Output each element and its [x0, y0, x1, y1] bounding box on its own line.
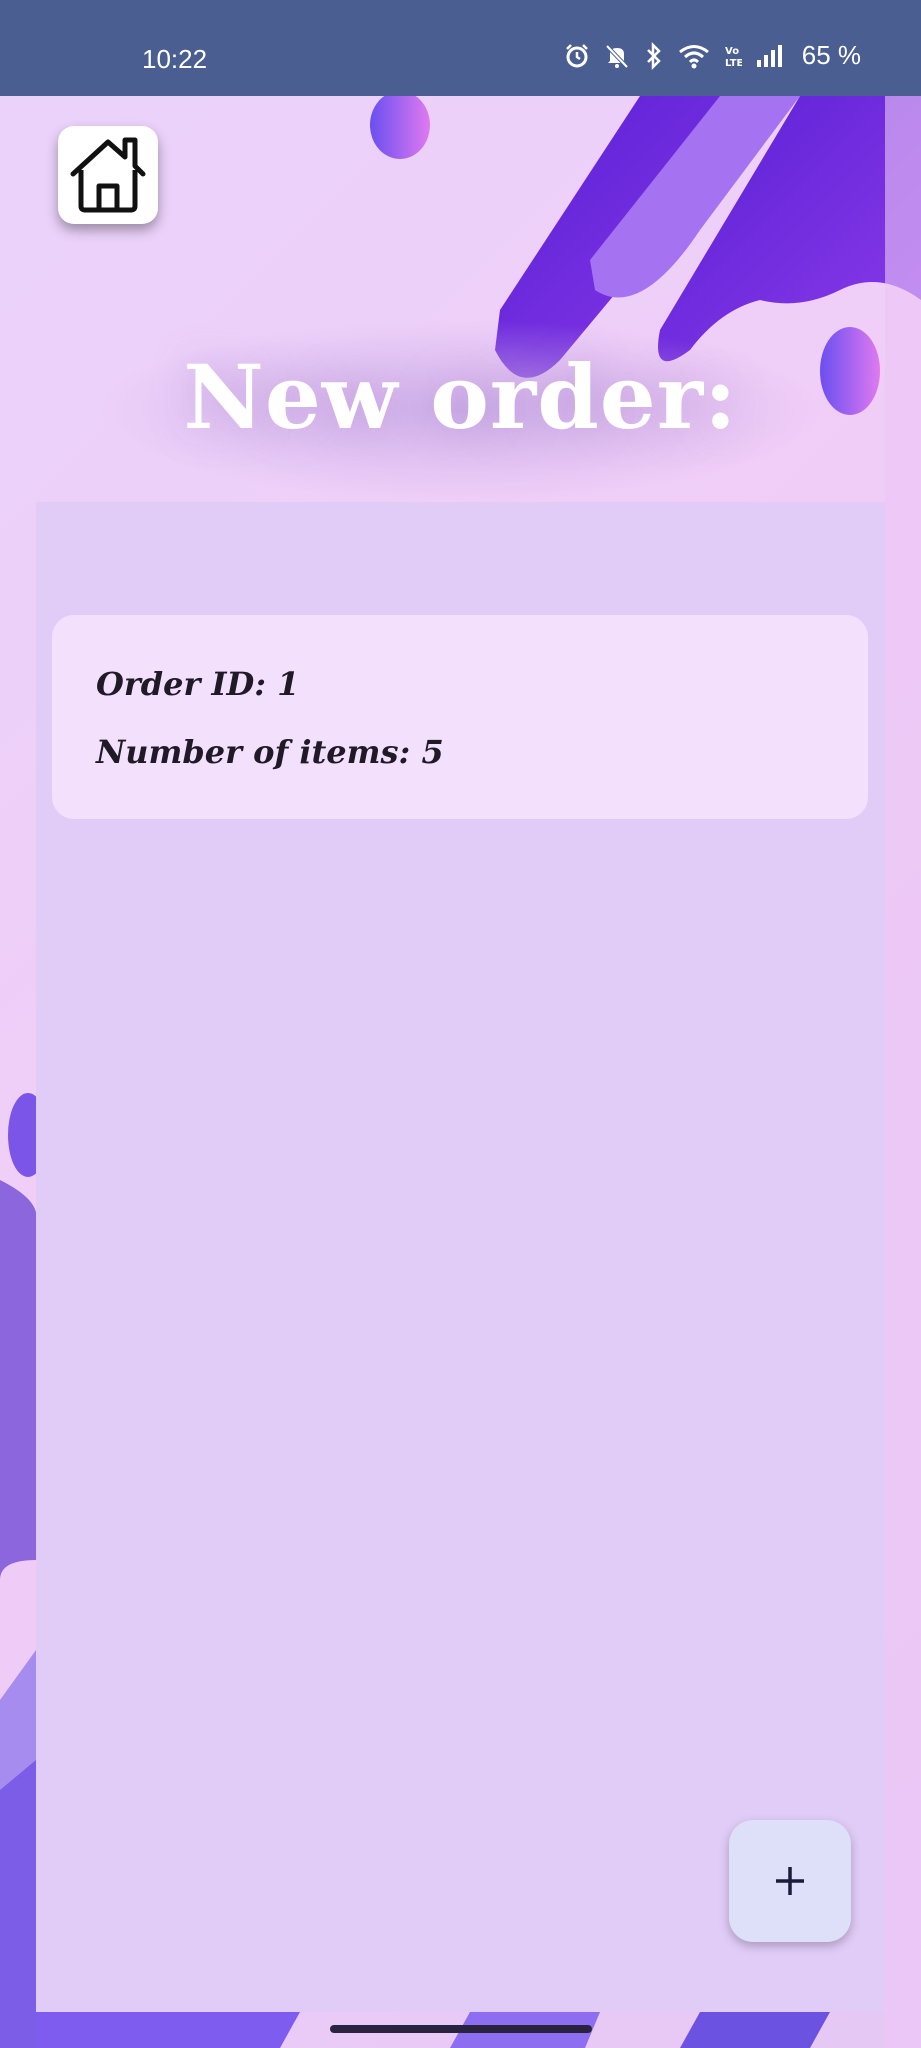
status-time: 10:22: [142, 44, 208, 74]
order-items-label: Number of items: 5: [96, 733, 444, 771]
page-title: New order:: [183, 345, 738, 449]
gesture-nav-handle[interactable]: [330, 2025, 592, 2033]
order-id-label: Order ID: 1: [96, 665, 300, 703]
home-icon: [70, 137, 146, 213]
battery-level: 65 %: [801, 40, 861, 70]
alarm-icon: [565, 43, 588, 67]
status-icons: Vo LTE 65 %: [564, 40, 861, 71]
status-bar: 10:22 Vo LTE 65 %: [0, 0, 921, 96]
order-card[interactable]: Order ID: 1 Number of items: 5: [52, 615, 868, 819]
plus-icon: [776, 1867, 804, 1895]
home-button[interactable]: [58, 126, 158, 224]
signal-icon: [756, 44, 782, 67]
volte-icon: Vo LTE: [725, 46, 742, 69]
wifi-icon: [678, 44, 709, 68]
svg-text:Vo: Vo: [725, 46, 739, 57]
mute-icon: [605, 44, 629, 68]
bluetooth-icon: [646, 41, 661, 70]
svg-text:LTE: LTE: [725, 58, 742, 69]
add-order-button[interactable]: [729, 1820, 851, 1942]
